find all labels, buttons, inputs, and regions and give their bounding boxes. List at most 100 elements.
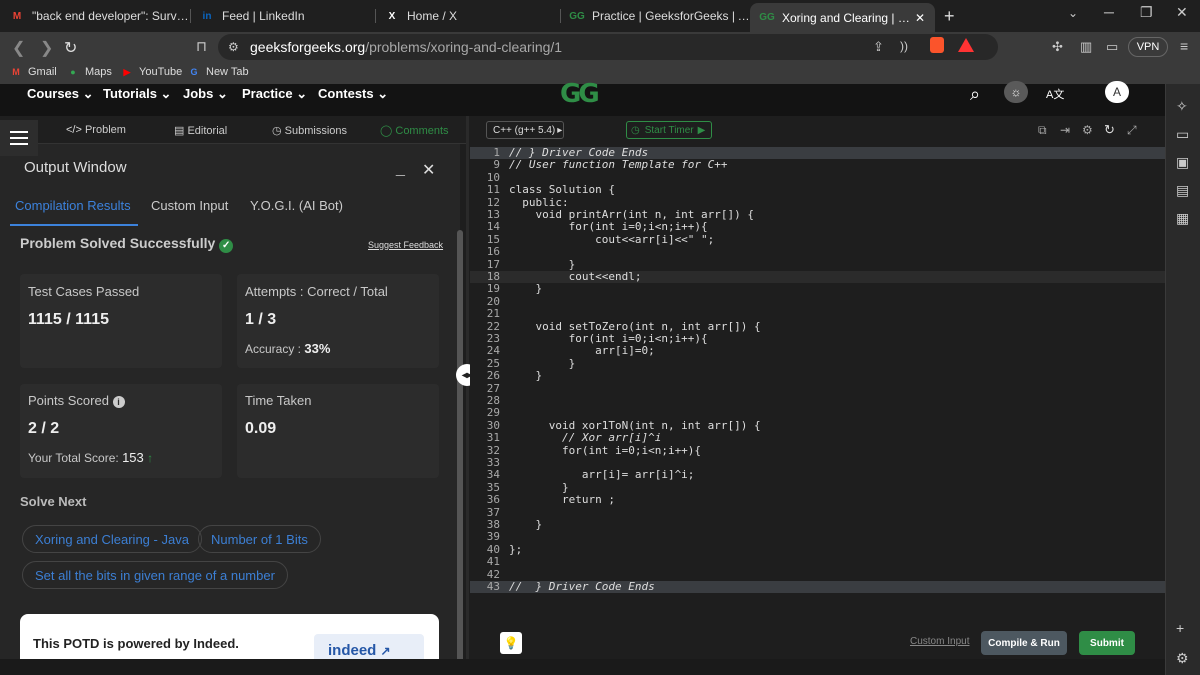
close-window-icon[interactable]: ✕ xyxy=(1176,4,1188,21)
vpn-button[interactable]: VPN xyxy=(1128,37,1168,57)
browser-tab[interactable]: M "back end developer": SurveySparrow xyxy=(0,0,190,32)
subtab-yogi[interactable]: Y.O.G.I. (AI Bot) xyxy=(250,198,343,213)
brave-rewards-icon[interactable] xyxy=(958,38,974,52)
tab-editorial[interactable]: ▤ Editorial xyxy=(174,124,227,137)
language-select[interactable]: C++ (g++ 5.4) ▸ xyxy=(486,121,564,139)
site-nav-item[interactable]: Tutorials ⌄ xyxy=(103,86,171,102)
panel-splitter[interactable] xyxy=(466,116,469,675)
rss-icon[interactable]: )) xyxy=(900,39,908,53)
submit-button[interactable]: Submit xyxy=(1079,631,1135,655)
add-dock-icon[interactable]: + xyxy=(1176,620,1184,636)
minimize-icon[interactable]: ─ xyxy=(1104,4,1114,20)
minimize-output-icon[interactable]: _ xyxy=(396,160,405,178)
tab-comments[interactable]: ◯ Comments xyxy=(380,124,449,137)
code-line: 21 xyxy=(470,307,1165,320)
history-dock-icon[interactable]: ▦ xyxy=(1176,210,1189,227)
export-icon[interactable]: ⇥ xyxy=(1060,123,1070,137)
bookmark-item[interactable]: G New Tab xyxy=(188,66,249,78)
wallet-dock-icon[interactable]: ▣ xyxy=(1176,154,1189,171)
reload-icon[interactable]: ↻ xyxy=(64,38,77,58)
subtab-compilation-results[interactable]: Compilation Results xyxy=(15,198,131,213)
code-icon: </> xyxy=(66,124,85,136)
time-value: 0.09 xyxy=(245,420,277,437)
browser-tab[interactable]: GG Xoring and Clearing | Practice | G✕ xyxy=(750,3,935,32)
code-text: arr[i]=0; xyxy=(509,344,655,358)
copy-icon[interactable]: ⧉ xyxy=(1038,123,1047,138)
gmail-icon: M xyxy=(12,67,20,77)
wallet-icon[interactable]: ▭ xyxy=(1106,39,1118,55)
output-scrollbar[interactable] xyxy=(457,230,463,670)
code-line: 38 } xyxy=(470,518,1165,531)
close-output-icon[interactable]: ✕ xyxy=(422,160,435,180)
back-icon[interactable]: ❮ xyxy=(12,38,25,58)
code-editor[interactable]: 1// } Driver Code Ends 9// User function … xyxy=(470,144,1165,625)
site-nav-item[interactable]: Courses ⌄ xyxy=(27,86,94,102)
tab-label: Xoring and Clearing | Practice | G xyxy=(782,10,917,25)
code-line: 25 } xyxy=(470,357,1165,370)
close-tab-icon[interactable]: ✕ xyxy=(915,11,925,25)
fullscreen-icon[interactable]: ⤢ xyxy=(1127,123,1137,138)
suggest-feedback-link[interactable]: Suggest Feedback xyxy=(368,240,443,250)
code-line: 41 xyxy=(470,555,1165,568)
site-nav-label: Jobs xyxy=(183,86,214,101)
start-timer-button[interactable]: ◷ Start Timer ▶ xyxy=(626,121,712,139)
site-nav-item[interactable]: Contests ⌄ xyxy=(318,86,388,102)
solve-next-number-of-1-bits[interactable]: Number of 1 Bits xyxy=(198,525,321,553)
restore-icon[interactable]: ❐ xyxy=(1140,4,1153,21)
chevron-down-icon: ⌄ xyxy=(213,86,228,101)
site-info-icon[interactable]: ⚙ xyxy=(228,40,239,54)
gfg-logo[interactable]: GG xyxy=(560,81,600,107)
site-nav-item[interactable]: Practice ⌄ xyxy=(242,86,307,102)
lightbulb-icon[interactable]: 💡 xyxy=(500,632,522,654)
bookmark-item[interactable]: ▶ YouTube xyxy=(121,66,183,78)
share-icon[interactable]: ⇪ xyxy=(873,39,884,55)
new-tab-button[interactable]: + xyxy=(944,6,955,27)
site-nav-label: Tutorials xyxy=(103,86,157,101)
bookmark-label: New Tab xyxy=(206,66,249,78)
indeed-button[interactable]: indeed ↗ xyxy=(314,634,424,659)
gfg-icon: GG xyxy=(569,10,585,22)
code-text: } xyxy=(509,282,543,296)
browser-tab[interactable]: in Feed | LinkedIn xyxy=(190,0,375,32)
leo-ai-icon[interactable]: ✧ xyxy=(1176,98,1188,115)
solve-next-xoring-java[interactable]: Xoring and Clearing - Java xyxy=(22,525,202,553)
search-icon[interactable]: ⌕ xyxy=(970,84,980,105)
theme-toggle-icon[interactable]: ☼ xyxy=(1004,81,1028,103)
output-title: Output Window xyxy=(24,159,127,176)
sidebar-toggle-icon[interactable]: ▥ xyxy=(1080,39,1092,55)
external-link-icon: ↗ xyxy=(380,644,391,658)
tab-search-icon[interactable]: ⌄ xyxy=(1068,6,1078,20)
comment-icon: ◯ xyxy=(380,125,396,137)
bookmark-item[interactable]: ● Maps xyxy=(67,66,112,78)
browser-tab[interactable]: GG Practice | GeeksforGeeks | A computer xyxy=(560,0,750,32)
reset-icon[interactable]: ↻ xyxy=(1104,122,1115,138)
bookmark-item[interactable]: M Gmail xyxy=(10,66,56,78)
code-line: 39 xyxy=(470,530,1165,543)
settings-dock-icon[interactable]: ⚙ xyxy=(1176,650,1189,667)
tab-problem[interactable]: </> Problem xyxy=(66,124,126,136)
site-nav-item[interactable]: Jobs ⌄ xyxy=(183,86,228,102)
browser-tab[interactable]: X Home / X xyxy=(375,0,560,32)
bookmark-icon[interactable]: ⊓ xyxy=(196,38,207,55)
info-icon[interactable]: i xyxy=(112,396,125,408)
reading-list-icon[interactable]: ▭ xyxy=(1176,126,1189,143)
forward-icon[interactable]: ❯ xyxy=(40,38,53,58)
code-text: }; xyxy=(509,542,523,556)
bookmarks-dock-icon[interactable]: ▤ xyxy=(1176,182,1189,199)
translate-icon[interactable]: A文 xyxy=(1046,86,1064,102)
brave-shield-icon[interactable] xyxy=(930,37,944,53)
menu-icon[interactable]: ≡ xyxy=(1180,38,1188,54)
tab-submissions[interactable]: ◷ Submissions xyxy=(272,124,347,137)
avatar[interactable]: A xyxy=(1105,81,1129,103)
code-text: for(int i=0;i<n;i++){ xyxy=(509,220,708,234)
line-number: 36 xyxy=(486,493,500,507)
custom-input-link[interactable]: Custom Input xyxy=(910,636,969,647)
extensions-icon[interactable]: ✣ xyxy=(1052,39,1063,55)
settings-icon[interactable]: ⚙ xyxy=(1082,123,1093,137)
hamburger-menu-button[interactable] xyxy=(0,120,38,156)
subtab-custom-input[interactable]: Custom Input xyxy=(151,198,228,213)
line-number: 43 xyxy=(486,580,500,593)
accuracy: Accuracy : 33% xyxy=(245,341,331,356)
solve-next-set-bits-range[interactable]: Set all the bits in given range of a num… xyxy=(22,561,288,589)
compile-run-button[interactable]: Compile & Run xyxy=(981,631,1067,655)
